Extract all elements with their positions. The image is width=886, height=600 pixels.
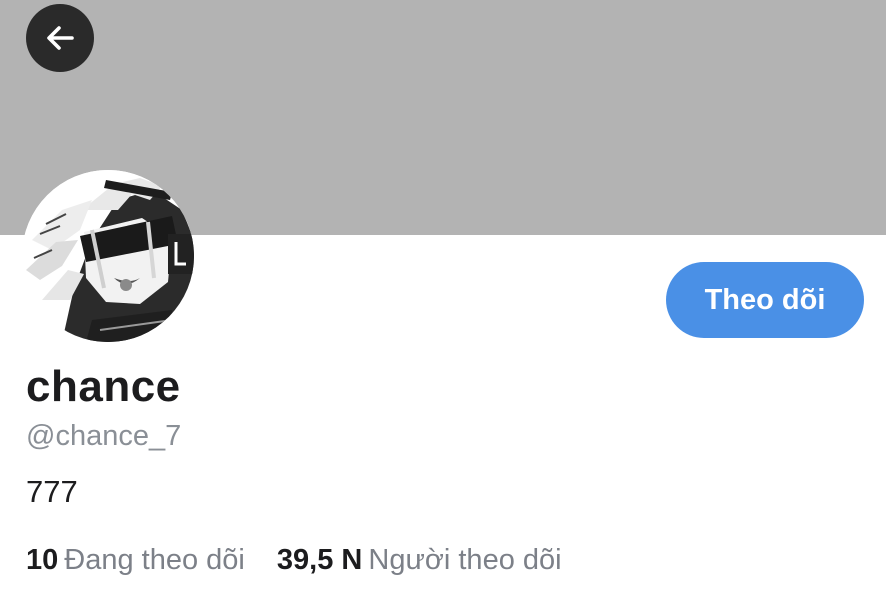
profile-page: Theo dõi chance @chance_7 777 10 Đang the… (0, 0, 886, 600)
followers-count: 39,5 N (276, 544, 363, 576)
following-count: 10 (26, 544, 59, 576)
display-name: chance (26, 362, 181, 411)
avatar-image (22, 170, 194, 342)
avatar[interactable] (22, 170, 194, 342)
following-label: Đang theo dõi (64, 544, 245, 576)
followers-label: Người theo dõi (368, 544, 562, 576)
profile-stats: 10 Đang theo dõi 39,5 N Người theo dõi (26, 544, 562, 577)
follow-button[interactable]: Theo dõi (666, 262, 864, 338)
arrow-left-icon (47, 26, 74, 50)
profile-handle: @chance_7 (26, 420, 182, 452)
profile-bio: 777 (26, 474, 78, 509)
back-button[interactable] (26, 4, 94, 72)
following-stat[interactable]: 10 Đang theo dõi (26, 544, 245, 577)
followers-stat[interactable]: 39,5 N Người theo dõi (277, 544, 562, 577)
